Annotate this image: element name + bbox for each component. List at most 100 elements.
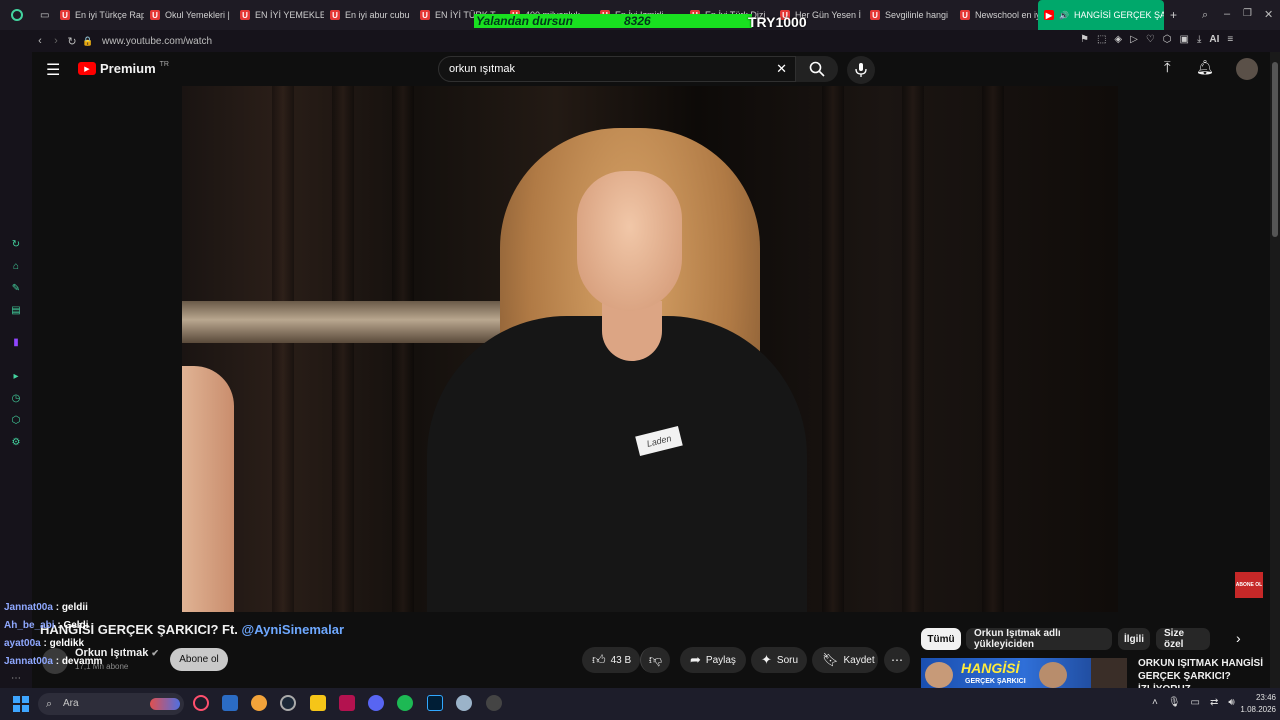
- dislike-button[interactable]: 👎︎: [640, 647, 670, 673]
- hamburger-menu-icon[interactable]: ☰: [46, 60, 60, 80]
- extensions-icon[interactable]: ⬡: [1163, 34, 1172, 45]
- chip-uploader[interactable]: Orkun Işıtmak adlı yükleyiciden: [966, 628, 1112, 650]
- taskbar-search[interactable]: ⌕ Ara: [38, 693, 184, 715]
- spotify-taskbar-icon[interactable]: [397, 695, 413, 711]
- goal-text: Yalandan dursun: [476, 14, 573, 28]
- app-taskbar-icon[interactable]: [339, 695, 355, 711]
- mention-link[interactable]: @AyniSinemalar: [242, 622, 345, 637]
- forward-icon[interactable]: ›: [48, 33, 64, 49]
- settings-icon[interactable]: ⚙: [10, 436, 22, 448]
- search-input[interactable]: orkun ışıtmak ✕: [438, 56, 796, 82]
- opera-logo-icon[interactable]: [0, 0, 34, 30]
- youtube-logo[interactable]: ▶ Premium TR: [78, 61, 169, 76]
- photoshop-taskbar-icon[interactable]: [427, 695, 443, 711]
- play-icon[interactable]: ▷: [1130, 34, 1138, 45]
- windows-start-icon[interactable]: [13, 696, 29, 712]
- upload-icon[interactable]: ⤒: [1164, 59, 1171, 76]
- ai-icon[interactable]: AI: [1209, 34, 1219, 45]
- clear-search-icon[interactable]: ✕: [776, 57, 787, 81]
- notifications-icon[interactable]: 🔔︎: [1196, 59, 1214, 76]
- settings-taskbar-icon[interactable]: [456, 695, 472, 711]
- goal-count: 8326: [624, 14, 651, 28]
- more-horizontal-icon: ⋯: [891, 653, 903, 667]
- video-player[interactable]: Laden: [182, 86, 1118, 612]
- search-tabs-icon[interactable]: ⌕: [1202, 9, 1208, 22]
- avatar[interactable]: [1236, 58, 1258, 80]
- chevron-right-icon[interactable]: ›: [1236, 630, 1241, 646]
- heart-icon[interactable]: ♡: [1146, 34, 1155, 45]
- shield-icon[interactable]: ◈: [1114, 34, 1122, 45]
- search-button[interactable]: [796, 56, 838, 82]
- store-taskbar-icon[interactable]: [222, 695, 238, 711]
- chip-all[interactable]: Tümü: [921, 628, 961, 650]
- bookmark-icon[interactable]: ⚑: [1080, 34, 1089, 45]
- tab-active[interactable]: ▶🔊HANGİSİ GERÇEK ŞARKI: [1038, 0, 1164, 30]
- save-button[interactable]: 🔖︎ Kaydet: [812, 647, 878, 673]
- menu-icon[interactable]: ≡: [1227, 34, 1233, 45]
- like-button[interactable]: 👍︎ 43 B: [582, 647, 640, 673]
- restore-icon[interactable]: ❐: [1243, 8, 1252, 19]
- ask-button[interactable]: ✦ Soru: [751, 647, 807, 673]
- close-window-icon[interactable]: ✕: [1264, 8, 1273, 21]
- curtain-fold: [822, 86, 844, 612]
- messenger-icon[interactable]: ▤: [10, 304, 22, 316]
- discord-taskbar-icon[interactable]: [368, 695, 384, 711]
- tab-4[interactable]: U En iyi abur cubu: [324, 0, 414, 30]
- opera-taskbar-icon[interactable]: [193, 695, 209, 711]
- tab-2[interactable]: U Okul Yemekleri |: [144, 0, 234, 30]
- u-icon: U: [60, 10, 70, 20]
- wallet-icon[interactable]: ▣: [1180, 34, 1189, 45]
- taskbar: ⌕ Ara ˄ 🎙︎ ▭ ⇄ 🔊︎ 23:46 1.08.2026: [0, 688, 1280, 720]
- more-icon[interactable]: ⋯: [10, 672, 22, 684]
- tray-display-icon[interactable]: ▭: [1191, 697, 1200, 708]
- history-icon[interactable]: ◷: [10, 392, 22, 404]
- back-icon[interactable]: ‹: [32, 33, 48, 49]
- download-icon[interactable]: ⤓: [1197, 34, 1201, 45]
- chip-related[interactable]: İlgili: [1118, 628, 1150, 650]
- steam-taskbar-icon[interactable]: [280, 695, 296, 711]
- bookmark-save-icon: 🔖︎: [822, 652, 839, 667]
- page-scrollbar[interactable]: [1270, 52, 1280, 688]
- minimize-icon[interactable]: –: [1224, 8, 1230, 20]
- curtain-fold: [272, 86, 294, 612]
- chat-message: ayat00a : geldikk: [4, 638, 85, 649]
- voice-search-button[interactable]: [847, 56, 875, 84]
- youtube-header: ☰ ▶ Premium TR orkun ışıtmak ✕ ⤒ 🔔︎: [32, 52, 1270, 86]
- bot-icon[interactable]: ⌂: [10, 260, 22, 272]
- obs-taskbar-icon[interactable]: [486, 695, 502, 711]
- url-field[interactable]: www.youtube.com/watch: [102, 36, 212, 47]
- new-tab-button[interactable]: +: [1164, 0, 1180, 30]
- tab-11[interactable]: U Newschool en iy: [954, 0, 1038, 30]
- sparkle-icon: ✦: [761, 652, 772, 667]
- tab-3[interactable]: U EN İYİ YEMEKLE: [234, 0, 324, 30]
- taskbar-clock[interactable]: 23:46 1.08.2026: [1228, 692, 1276, 716]
- recommendation-thumbnail[interactable]: HANGİSİ GERÇEK ŞARKICI: [921, 658, 1127, 688]
- share-icon: ➦: [690, 652, 701, 667]
- tray-network-icon[interactable]: ⇄: [1210, 697, 1218, 708]
- thumbnail-face: [1039, 662, 1067, 688]
- chip-for-you[interactable]: Size özel: [1156, 628, 1210, 650]
- share-button[interactable]: ➦ Paylaş: [680, 647, 746, 673]
- youtube-play-icon: ▶: [78, 62, 96, 75]
- pen-icon[interactable]: ✎: [10, 282, 22, 294]
- tab-menu-icon[interactable]: ▭: [34, 0, 54, 30]
- snapshot-icon[interactable]: ⬚: [1097, 34, 1106, 45]
- chrome-taskbar-icon[interactable]: [251, 695, 267, 711]
- tray-mic-icon[interactable]: 🎙︎: [1168, 697, 1181, 708]
- scroll-thumb[interactable]: [1272, 62, 1278, 237]
- youtube-icon: ▶: [1044, 10, 1054, 20]
- tab-10[interactable]: U Sevgilinle hangi: [864, 0, 954, 30]
- extensions-side-icon[interactable]: ⬡: [10, 414, 22, 426]
- subscribe-watermark[interactable]: ABONE OL: [1235, 572, 1263, 598]
- tab-1[interactable]: U En iyi Türkçe Rap: [54, 0, 144, 30]
- tray-chevron-icon[interactable]: ˄: [1152, 697, 1158, 708]
- u-icon: U: [870, 10, 880, 20]
- refresh-icon[interactable]: ↻: [10, 238, 22, 250]
- reload-icon[interactable]: ↻: [64, 33, 80, 49]
- u-icon: U: [420, 10, 430, 20]
- more-actions-button[interactable]: ⋯: [884, 647, 910, 673]
- thumbnail-person: [1091, 658, 1127, 688]
- folder-taskbar-icon[interactable]: [310, 695, 326, 711]
- player-icon[interactable]: ▸: [10, 370, 22, 382]
- twitch-icon[interactable]: ▮: [10, 336, 22, 348]
